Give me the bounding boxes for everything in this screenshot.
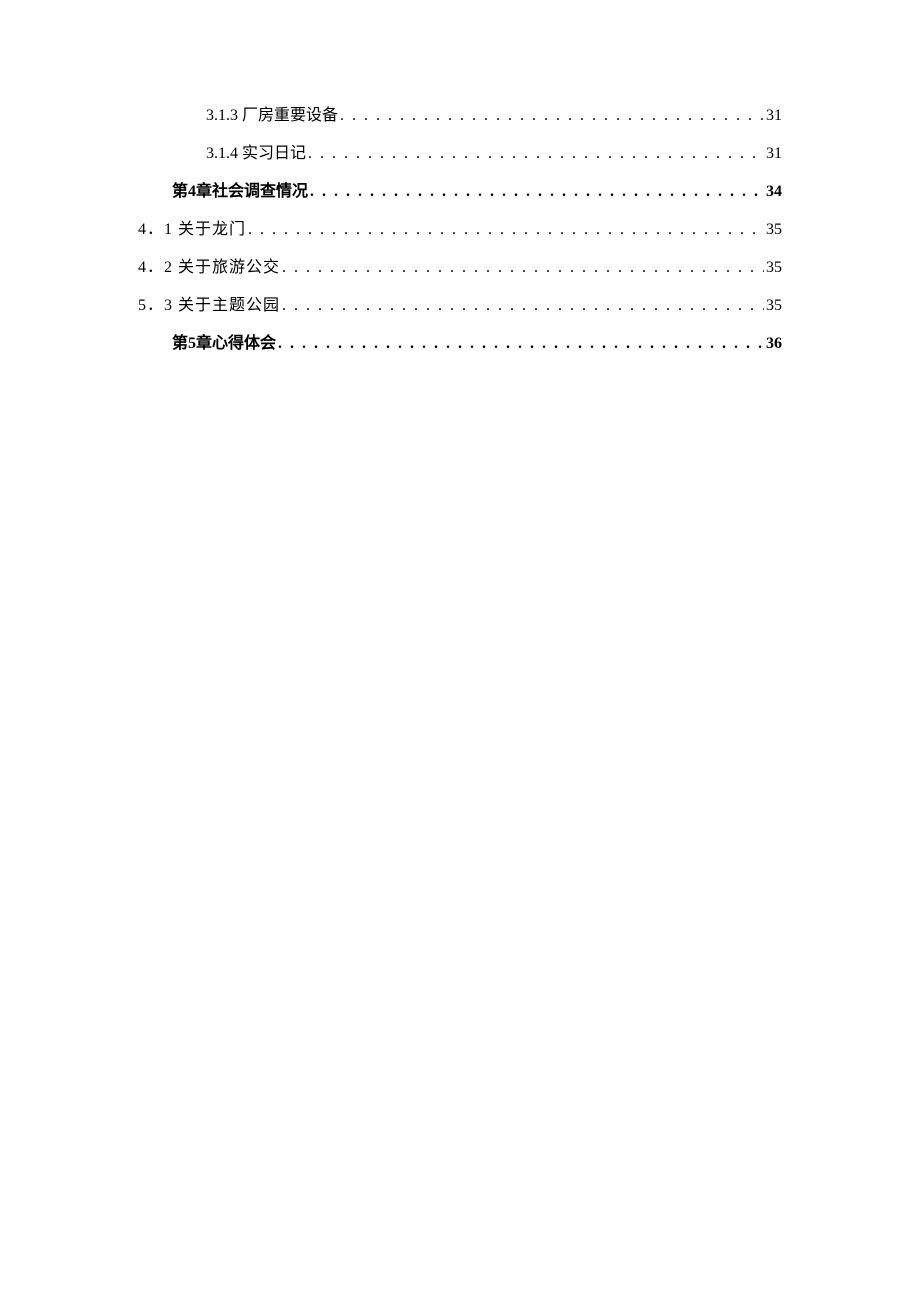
toc-page-number: 31 — [766, 146, 782, 162]
toc-page-number: 36 — [766, 336, 782, 352]
toc-label: 4．2 关于旅游公交 — [138, 260, 280, 276]
toc-leader-dots — [282, 298, 764, 314]
document-page: 3.1.3 厂房重要设备 31 3.1.4 实习日记 31 第4章社会调查情况 … — [0, 0, 920, 352]
toc-entry: 4．1 关于龙门 35 — [138, 222, 782, 238]
toc-leader-dots — [248, 222, 764, 238]
toc-entry: 4．2 关于旅游公交 35 — [138, 260, 782, 276]
toc-label: 第4章社会调查情况 — [172, 184, 308, 200]
toc-leader-dots — [282, 260, 764, 276]
toc-page-number: 35 — [766, 260, 782, 276]
toc-label: 第5章心得体会 — [172, 336, 276, 352]
toc-page-number: 35 — [766, 222, 782, 238]
toc-label: 3.1.4 实习日记 — [206, 146, 306, 162]
toc-entry: 3.1.4 实习日记 31 — [138, 146, 782, 162]
toc-page-number: 34 — [766, 184, 782, 200]
toc-chapter-entry: 第4章社会调查情况 34 — [138, 184, 782, 200]
toc-label: 5．3 关于主题公园 — [138, 298, 280, 314]
toc-leader-dots — [340, 108, 764, 124]
toc-label: 4．1 关于龙门 — [138, 222, 246, 238]
toc-chapter-entry: 第5章心得体会 36 — [138, 336, 782, 352]
toc-leader-dots — [310, 184, 764, 200]
toc-entry: 3.1.3 厂房重要设备 31 — [138, 108, 782, 124]
toc-leader-dots — [278, 336, 764, 352]
toc-label: 3.1.3 厂房重要设备 — [206, 108, 338, 124]
toc-page-number: 31 — [766, 108, 782, 124]
toc-page-number: 35 — [766, 298, 782, 314]
toc-entry: 5．3 关于主题公园 35 — [138, 298, 782, 314]
toc-leader-dots — [308, 146, 764, 162]
